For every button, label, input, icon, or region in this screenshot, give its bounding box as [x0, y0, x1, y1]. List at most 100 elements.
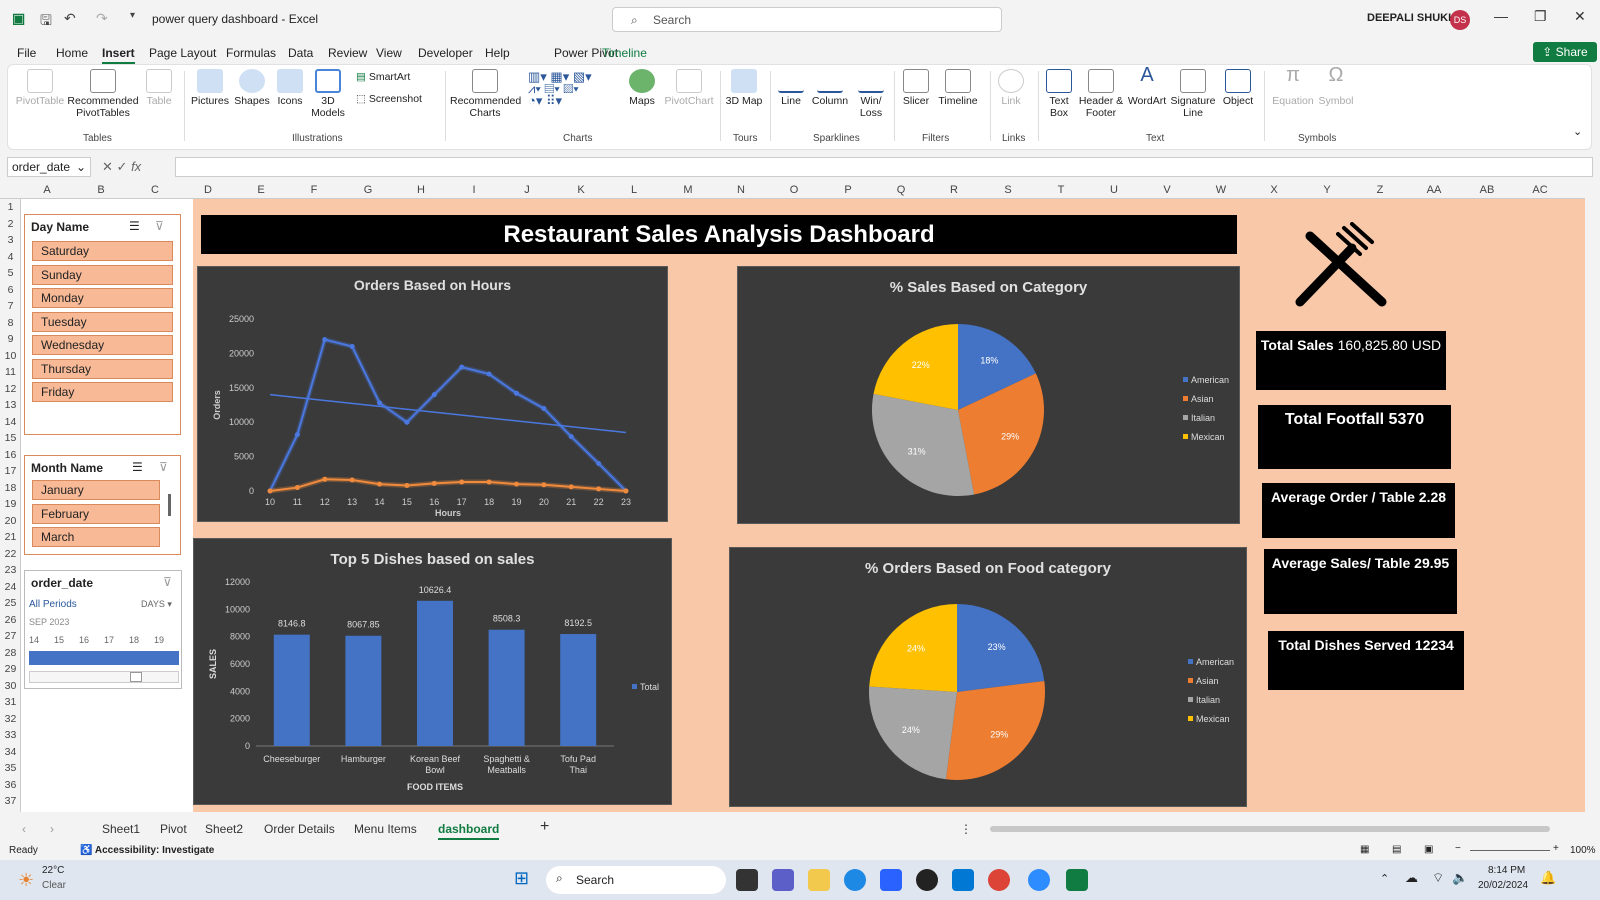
smartart-button[interactable]: ▤ SmartArt: [356, 71, 410, 83]
slicer-button[interactable]: Slicer: [898, 69, 934, 107]
column-header[interactable]: R: [934, 184, 974, 196]
data-point[interactable]: [486, 371, 492, 377]
column-header[interactable]: D: [188, 184, 228, 196]
row-header[interactable]: 11: [0, 366, 21, 378]
file-explorer-icon[interactable]: [808, 869, 830, 891]
timeline-scrollbar[interactable]: [29, 671, 179, 683]
scroll-left-icon[interactable]: ‹: [22, 822, 26, 836]
data-point[interactable]: [596, 460, 602, 466]
slicer-scrollbar[interactable]: [168, 494, 171, 516]
data-point[interactable]: [623, 488, 629, 494]
close-icon[interactable]: ✕: [1574, 8, 1586, 25]
save-icon[interactable]: 🖫: [40, 10, 52, 34]
page-layout-view-icon[interactable]: ▤: [1392, 844, 1401, 855]
multi-select-icon[interactable]: ☰: [129, 219, 140, 233]
data-point[interactable]: [404, 482, 410, 488]
minimize-icon[interactable]: —: [1494, 8, 1508, 24]
slicer-item-thursday[interactable]: Thursday: [32, 358, 173, 379]
column-header[interactable]: E: [241, 184, 281, 196]
row-header[interactable]: 23: [0, 564, 21, 576]
timeline-button[interactable]: Timeline: [936, 69, 980, 107]
menu-tab-home[interactable]: Home: [56, 46, 88, 60]
teams-icon[interactable]: [772, 869, 794, 891]
sales-by-category-chart[interactable]: % Sales Based on Category 18% 29% 31% 22% Am…: [737, 266, 1240, 524]
timeline-day[interactable]: 16: [79, 635, 89, 645]
wifi-icon[interactable]: ⌔: [1432, 870, 1444, 886]
top-dishes-chart[interactable]: Top 5 Dishes based on sales 0 2000 4000 600…: [193, 538, 672, 805]
symbol-button[interactable]: Ω Symbol: [1316, 65, 1356, 107]
data-point[interactable]: [431, 392, 437, 398]
enter-icon[interactable]: ✓: [117, 159, 128, 174]
row-header[interactable]: 16: [0, 449, 21, 461]
clear-filter-icon[interactable]: ⊽: [159, 460, 168, 474]
data-point[interactable]: [459, 479, 465, 485]
sheet-tab-pivot[interactable]: Pivot: [160, 822, 187, 836]
weather-icon[interactable]: ☀: [18, 870, 34, 891]
volume-icon[interactable]: 🔈: [1452, 870, 1468, 886]
clock-date[interactable]: 20/02/2024: [1478, 880, 1528, 891]
slicer-item-tuesday[interactable]: Tuesday: [32, 311, 173, 332]
data-point[interactable]: [568, 484, 574, 490]
clear-filter-icon[interactable]: ⊽: [155, 219, 164, 233]
chart-type-gallery[interactable]: ▥▾ ▦▾ ▧▾ ⩘▾ ▤▾ ▨▾ ◔▾ ⠿▾: [528, 70, 620, 107]
zoom-app-icon[interactable]: [1028, 869, 1050, 891]
row-header[interactable]: 32: [0, 713, 21, 725]
data-point[interactable]: [294, 485, 300, 491]
data-point[interactable]: [568, 434, 574, 440]
slicer-item-saturday[interactable]: Saturday: [32, 241, 173, 261]
column-header[interactable]: F: [294, 184, 334, 196]
timeline-day[interactable]: 18: [129, 635, 139, 645]
dell-icon[interactable]: [916, 869, 938, 891]
row-header[interactable]: 36: [0, 779, 21, 791]
slicer-item-friday[interactable]: Friday: [32, 382, 173, 402]
column-header[interactable]: L: [614, 184, 654, 196]
row-header[interactable]: 13: [0, 399, 21, 411]
outlook-icon[interactable]: [952, 869, 974, 891]
timeline-day[interactable]: 19: [154, 635, 164, 645]
sheet-tab-sheet1[interactable]: Sheet1: [102, 822, 140, 836]
3d-map-button[interactable]: 3D Map: [724, 69, 764, 107]
column-header[interactable]: N: [721, 184, 761, 196]
screenshot-button[interactable]: ⬚ Screenshot: [356, 93, 422, 105]
column-header[interactable]: T: [1041, 184, 1081, 196]
bar[interactable]: [273, 634, 310, 746]
slicer-item-march[interactable]: March: [32, 527, 160, 547]
column-header[interactable]: I: [454, 184, 494, 196]
column-header[interactable]: Z: [1360, 184, 1400, 196]
timeline-day[interactable]: 17: [104, 635, 114, 645]
column-header[interactable]: W: [1201, 184, 1241, 196]
menu-tab-formulas[interactable]: Formulas: [226, 46, 276, 60]
data-point[interactable]: [541, 405, 547, 411]
shapes-button[interactable]: Shapes: [232, 69, 272, 107]
normal-view-icon[interactable]: ▦: [1360, 844, 1369, 855]
zoom-slider[interactable]: [1470, 850, 1550, 851]
column-header[interactable]: AB: [1467, 184, 1507, 196]
row-header[interactable]: 31: [0, 696, 21, 708]
add-sheet-icon[interactable]: +: [540, 818, 549, 836]
row-header[interactable]: 1: [0, 201, 21, 213]
menu-tab-view[interactable]: View: [376, 46, 402, 60]
sheet-tab-dashboard[interactable]: dashboard: [438, 822, 500, 840]
data-point[interactable]: [377, 481, 383, 487]
row-header[interactable]: 34: [0, 746, 21, 758]
slicer-item-february[interactable]: February: [32, 503, 160, 524]
sheet-tab-sheet2[interactable]: Sheet2: [205, 822, 243, 836]
row-header[interactable]: 20: [0, 515, 21, 527]
row-header[interactable]: 33: [0, 729, 21, 741]
row-header[interactable]: 12: [0, 383, 21, 395]
formula-input[interactable]: [175, 157, 1593, 177]
column-header[interactable]: S: [988, 184, 1028, 196]
3d-models-button[interactable]: 3D Models: [308, 69, 348, 119]
row-header[interactable]: 7: [0, 300, 21, 312]
column-header[interactable]: P: [828, 184, 868, 196]
bar[interactable]: [488, 629, 525, 746]
data-point[interactable]: [294, 432, 300, 438]
text-box-button[interactable]: Text Box: [1042, 69, 1076, 119]
zoom-out-icon[interactable]: −: [1455, 843, 1461, 854]
row-header[interactable]: 9: [0, 333, 21, 345]
pivottable-button[interactable]: PivotTable: [12, 69, 68, 107]
column-header[interactable]: Y: [1307, 184, 1347, 196]
row-header[interactable]: 10: [0, 350, 21, 362]
recommended-charts-button[interactable]: Recommended Charts: [450, 69, 521, 119]
row-header[interactable]: 17: [0, 465, 21, 477]
